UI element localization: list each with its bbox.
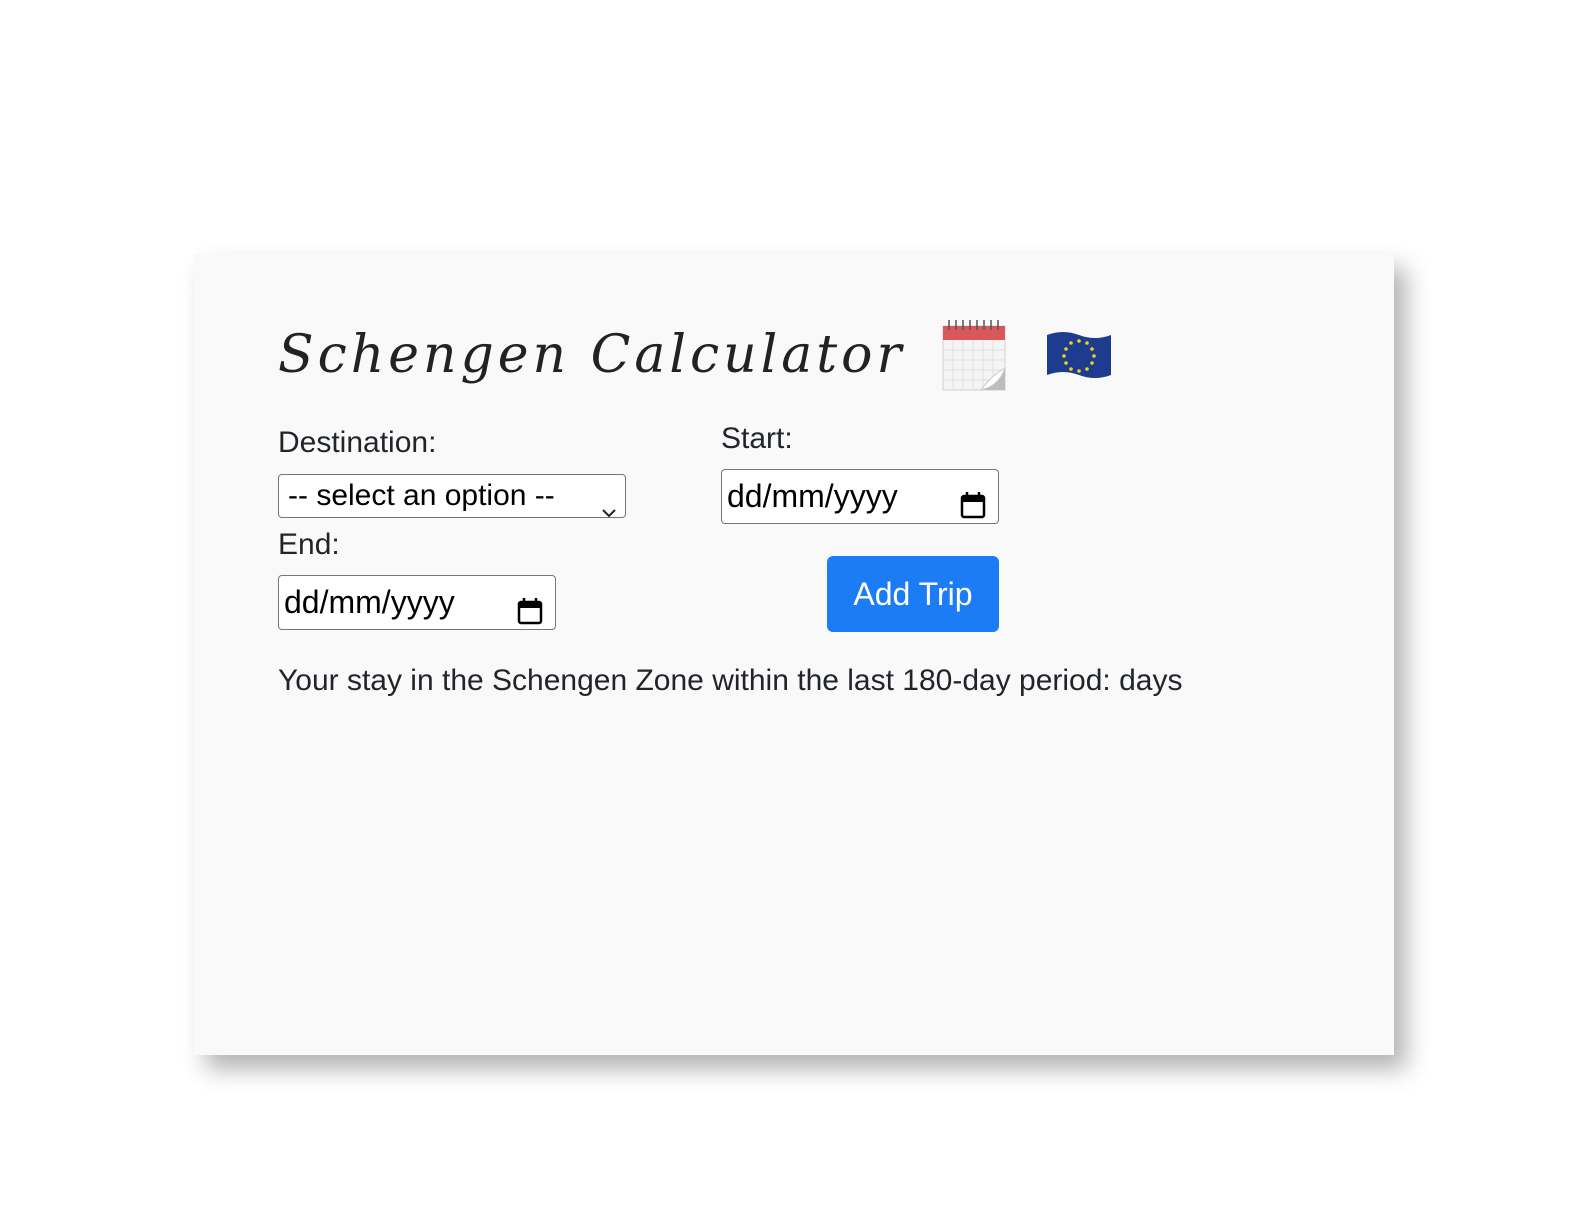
- calculator-card: Schengen Calculator Destination: -- sele…: [194, 254, 1394, 1055]
- eu-flag-icon: [1045, 329, 1113, 381]
- end-date-placeholder: dd/mm/yyyy: [284, 584, 455, 620]
- stay-result-text: Your stay in the Schengen Zone within th…: [278, 664, 1183, 697]
- page-title: Schengen Calculator: [278, 325, 906, 385]
- start-label: Start:: [721, 422, 793, 455]
- calendar-picker-icon[interactable]: [517, 588, 543, 625]
- start-date-placeholder: dd/mm/yyyy: [727, 478, 898, 514]
- end-date-input[interactable]: dd/mm/yyyy: [278, 575, 556, 630]
- chevron-down-icon: [601, 489, 617, 518]
- title-row: Schengen Calculator: [278, 310, 1113, 400]
- add-trip-button[interactable]: Add Trip: [827, 556, 999, 632]
- start-date-input[interactable]: dd/mm/yyyy: [721, 469, 999, 524]
- destination-label: Destination:: [278, 426, 437, 459]
- end-label: End:: [278, 528, 340, 561]
- calendar-icon: [941, 318, 1007, 392]
- destination-select[interactable]: -- select an option --: [278, 474, 626, 518]
- calendar-picker-icon[interactable]: [960, 482, 986, 519]
- destination-select-value: -- select an option --: [288, 479, 555, 512]
